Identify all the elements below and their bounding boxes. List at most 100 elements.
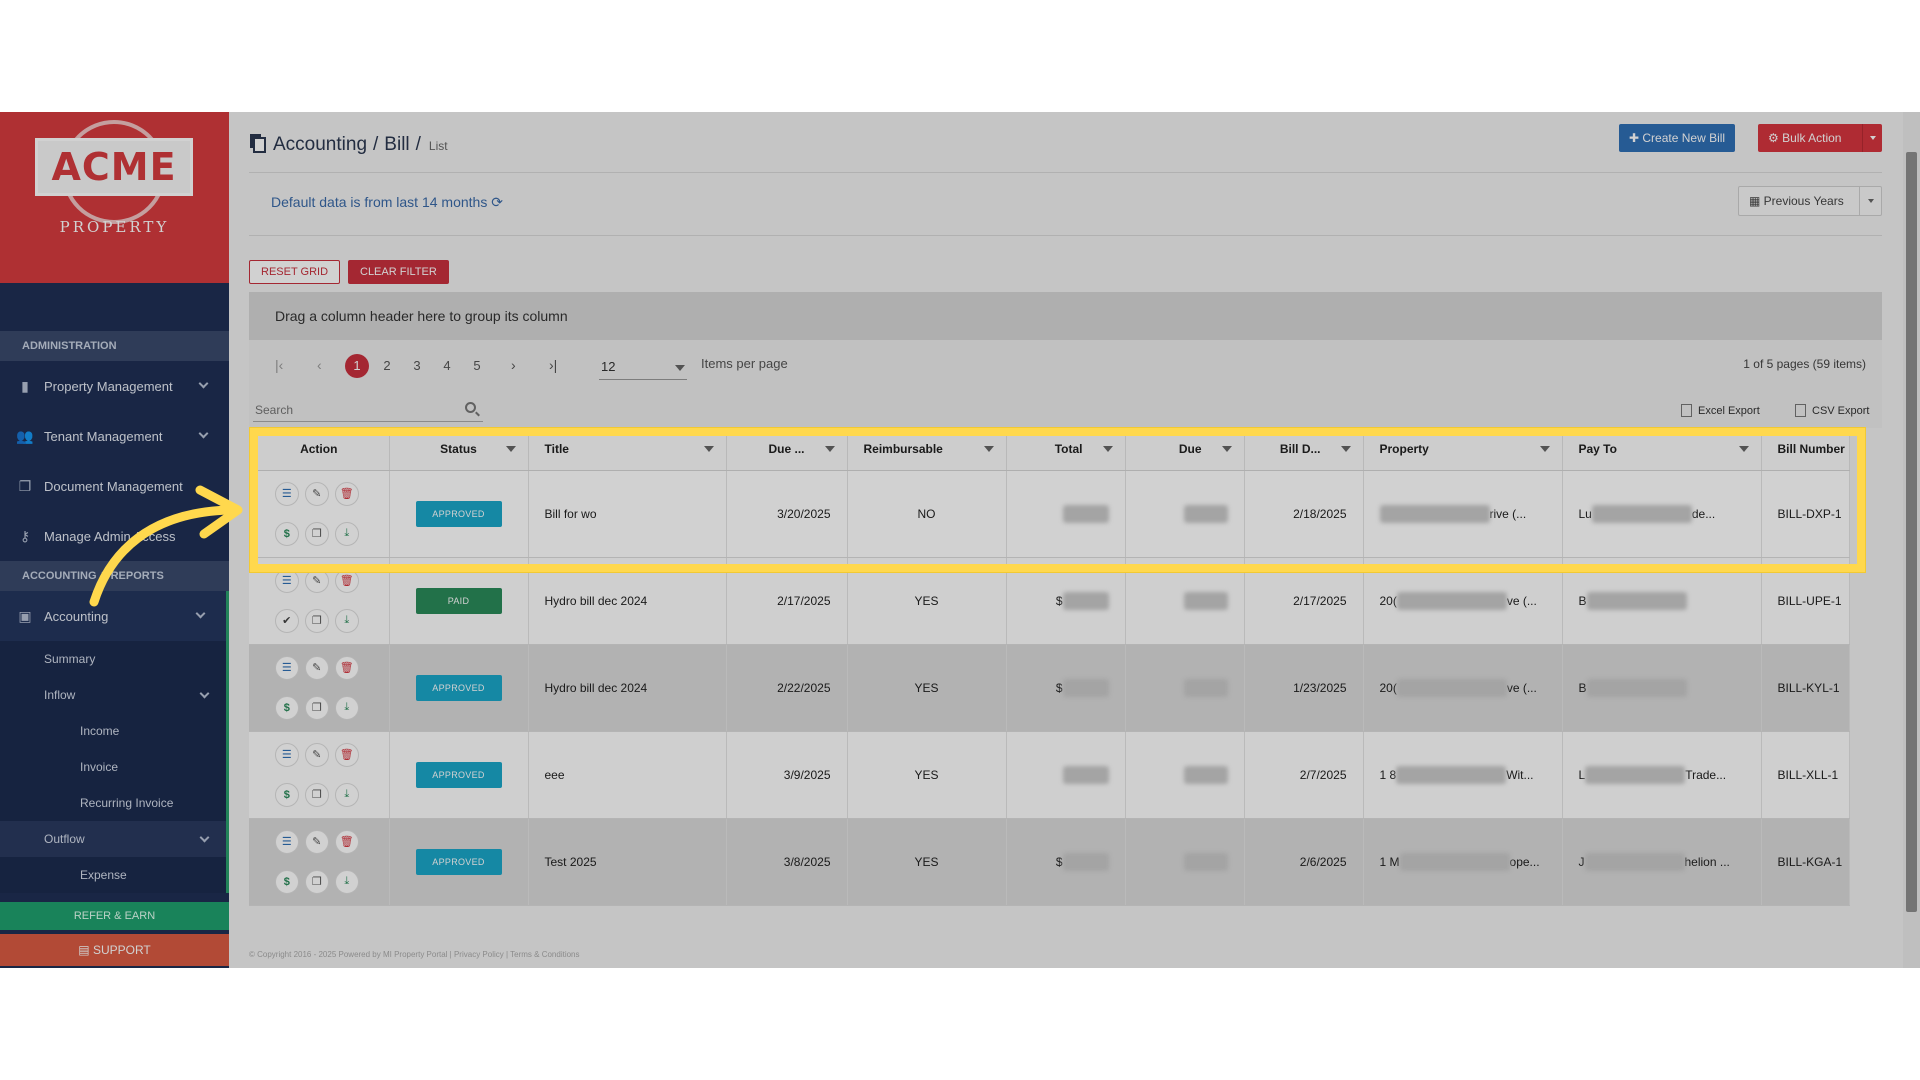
delete-icon[interactable]: 🗑: [334, 655, 359, 680]
list-icon[interactable]: ☰: [274, 742, 299, 767]
cell-reimbursable: YES: [847, 731, 1007, 819]
list-icon[interactable]: ☰: [274, 568, 299, 593]
default-data-note: Default data is from last 14 months ⟳: [271, 194, 503, 211]
delete-icon[interactable]: 🗑: [334, 829, 359, 854]
page-4[interactable]: 4: [435, 354, 459, 378]
refresh-icon[interactable]: ⟳: [491, 194, 503, 210]
tutorial-highlight-box: [250, 428, 1865, 572]
group-drop-area[interactable]: Drag a column header here to group its c…: [249, 292, 1882, 340]
copy-icon[interactable]: ❐: [304, 608, 329, 633]
edit-icon[interactable]: ✎: [304, 742, 329, 767]
payto-suffix: helion ...: [1684, 854, 1730, 869]
search-icon[interactable]: [465, 402, 476, 413]
dollar-icon[interactable]: $: [274, 695, 299, 720]
submenu-summary[interactable]: Summary: [0, 641, 226, 677]
previous-years-button[interactable]: ▦ Previous Years: [1738, 186, 1882, 216]
cell-due-date: 3/8/2025: [726, 818, 848, 906]
bulk-action-button[interactable]: ⚙ Bulk Action: [1758, 124, 1882, 152]
cell-property: 20(ve (...: [1363, 644, 1563, 732]
sidebar-item-tenant-management[interactable]: 👥 Tenant Management: [0, 411, 229, 461]
sidebar-item-property-management[interactable]: ▮ Property Management: [0, 361, 229, 411]
download-icon[interactable]: ⤓: [334, 608, 359, 633]
items-per-page-select[interactable]: 12: [599, 354, 687, 380]
csv-export-button[interactable]: CSV Export: [1795, 404, 1869, 417]
page-3[interactable]: 3: [405, 354, 429, 378]
page-5[interactable]: 5: [465, 354, 489, 378]
pager: |‹ ‹ 1 2 3 4 5 › ›| 12 Items per page 1 …: [249, 340, 1882, 392]
page-1[interactable]: 1: [345, 354, 369, 378]
property-suffix: ve (...: [1506, 593, 1537, 608]
logo[interactable]: ACME PROPERTY: [0, 112, 229, 283]
submenu-expense[interactable]: Expense: [0, 857, 226, 893]
dollar-icon[interactable]: $: [274, 869, 299, 894]
cell-due: [1125, 818, 1245, 906]
list-icon[interactable]: ☰: [274, 655, 299, 680]
cell-pay-to: B: [1562, 644, 1762, 732]
last-page-icon[interactable]: ›|: [549, 357, 557, 373]
delete-icon[interactable]: 🗑: [334, 568, 359, 593]
table-row[interactable]: ☰ ✎ 🗑 $ ❐ ⤓ APPROVED Hydro bill dec 2024 2/22/20…: [249, 644, 1850, 732]
scrollbar-thumb[interactable]: [1906, 152, 1917, 912]
items-per-page-label: Items per page: [701, 356, 788, 371]
breadcrumb-accounting[interactable]: Accounting: [273, 134, 367, 156]
dollar-icon[interactable]: $: [274, 782, 299, 807]
chevron-down-icon: [198, 428, 209, 439]
download-icon[interactable]: ⤓: [334, 695, 359, 720]
breadcrumb-bill[interactable]: Bill: [384, 134, 409, 156]
submenu-outflow[interactable]: Outflow: [0, 821, 226, 857]
check-icon[interactable]: ✔: [274, 608, 299, 633]
copy-icon[interactable]: ❐: [304, 695, 329, 720]
create-new-bill-button[interactable]: ✚ Create New Bill: [1619, 124, 1736, 152]
sidebar-item-label: Tenant Management: [44, 428, 163, 444]
prev-page-icon[interactable]: ‹: [317, 357, 322, 373]
clear-filter-button[interactable]: CLEAR FILTER: [348, 260, 449, 284]
row-actions: ☰ ✎ 🗑 ✔ ❐ ⤓: [265, 568, 373, 633]
caret-down-icon[interactable]: [1862, 124, 1882, 152]
default-note-text: Default data is from last 14 months: [271, 194, 488, 210]
cell-bill-date: 1/23/2025: [1244, 644, 1364, 732]
redacted-value: [1062, 852, 1109, 871]
copy-icon[interactable]: ❐: [304, 869, 329, 894]
copy-icon[interactable]: ❐: [304, 782, 329, 807]
chevron-down-icon: [199, 832, 210, 843]
list-icon[interactable]: ☰: [274, 829, 299, 854]
edit-icon[interactable]: ✎: [304, 655, 329, 680]
table-row[interactable]: ☰ ✎ 🗑 $ ❐ ⤓ APPROVED Test 2025 3/8/2025 YES $2/6/2…: [249, 818, 1850, 906]
cell-bill-number: BILL-KYL-1: [1761, 644, 1850, 732]
submenu-income[interactable]: Income: [0, 713, 226, 749]
excel-export-button[interactable]: Excel Export: [1681, 404, 1760, 417]
payto-prefix: B: [1578, 680, 1587, 695]
first-page-icon[interactable]: |‹: [275, 357, 283, 373]
payto-prefix: B: [1578, 593, 1587, 608]
breadcrumb-separator: /: [373, 134, 379, 155]
cell-reimbursable: YES: [847, 644, 1007, 732]
dropdown-icon: [675, 365, 685, 371]
refer-earn-button[interactable]: REFER & EARN: [0, 902, 229, 930]
download-icon[interactable]: ⤓: [334, 869, 359, 894]
submenu-inflow[interactable]: Inflow: [0, 677, 226, 713]
status-badge: APPROVED: [415, 848, 502, 875]
cell-title: eee: [528, 731, 727, 819]
redacted-value: [1586, 678, 1687, 697]
reset-grid-button[interactable]: RESET GRID: [249, 260, 341, 284]
cell-due: [1125, 731, 1245, 819]
search-input[interactable]: [253, 398, 483, 422]
redacted-value: [1183, 591, 1228, 610]
items-per-page-value: 12: [601, 359, 616, 374]
edit-icon[interactable]: ✎: [304, 829, 329, 854]
table-row[interactable]: ☰ ✎ 🗑 $ ❐ ⤓ APPROVED eee 3/9/2025 YES 2/7/2025 1 8 W…: [249, 731, 1850, 819]
submenu-recurring-invoice[interactable]: Recurring Invoice: [0, 785, 226, 821]
support-button[interactable]: ▤ SUPPORT: [0, 934, 229, 966]
tutorial-arrow-icon: [89, 485, 243, 607]
submenu-invoice[interactable]: Invoice: [0, 749, 226, 785]
plus-icon: ✚: [1629, 131, 1643, 145]
cell-total: $: [1006, 818, 1126, 906]
edit-icon[interactable]: ✎: [304, 568, 329, 593]
caret-down-icon[interactable]: [1859, 187, 1881, 215]
page-2[interactable]: 2: [375, 354, 399, 378]
building-icon: ▮: [21, 377, 29, 394]
cell-property: 1 8 Wit...: [1363, 731, 1563, 819]
next-page-icon[interactable]: ›: [511, 357, 516, 373]
download-icon[interactable]: ⤓: [334, 782, 359, 807]
delete-icon[interactable]: 🗑: [334, 742, 359, 767]
